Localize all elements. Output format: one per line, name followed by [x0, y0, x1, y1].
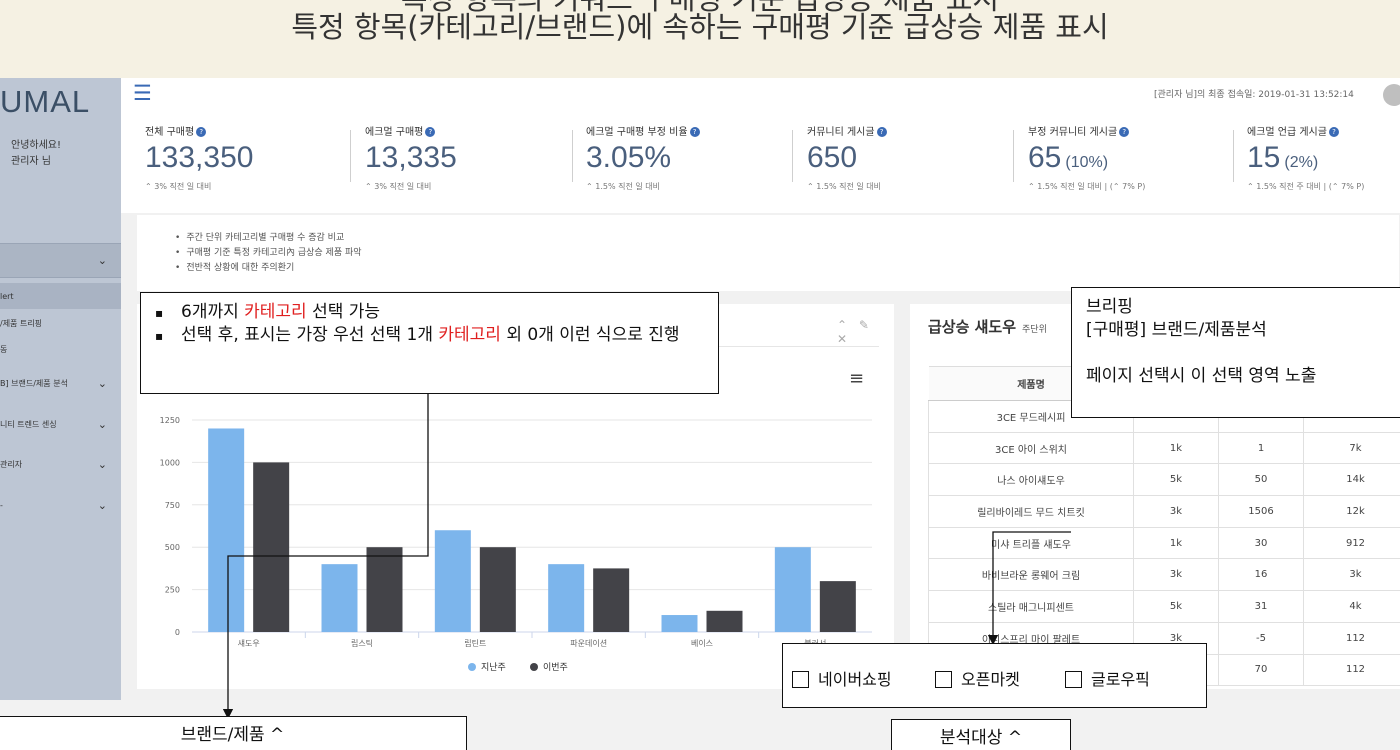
- arrow-to-source-box: [987, 531, 1071, 646]
- briefing-callout: 브리핑 [구매평] 브랜드/제품분석 페이지 선택시 이 선택 영역 노출: [1071, 287, 1400, 418]
- checkbox[interactable]: [792, 671, 809, 688]
- checkbox-label: 네이버쇼핑: [818, 670, 892, 689]
- analysis-target-tab[interactable]: 분석대상 ^: [891, 719, 1071, 750]
- checkbox-label: 글로우픽: [1091, 670, 1150, 689]
- source-option-glowpick[interactable]: 글로우픽: [1065, 666, 1150, 690]
- source-select-box: 네이버쇼핑 오픈마켓 글로우픽: [782, 643, 1207, 708]
- callout-line: 6개까지 카테고리 선택 가능: [155, 301, 710, 324]
- source-option-openmarket[interactable]: 오픈마켓: [935, 666, 1020, 690]
- checkbox[interactable]: [1065, 671, 1082, 688]
- highlight-category: 카테고리: [438, 325, 501, 345]
- callout-line: 선택 후, 표시는 가장 우선 선택 1개 카테고리 외 0개 이런 식으로 진…: [155, 324, 710, 347]
- checkbox-label: 오픈마켓: [961, 670, 1020, 689]
- callout-title: 브리핑: [1086, 297, 1133, 317]
- highlight-category: 카테고리: [244, 302, 307, 322]
- callout-path: [구매평] 브랜드/제품분석: [1086, 320, 1267, 340]
- source-option-naver[interactable]: 네이버쇼핑: [792, 666, 892, 690]
- callout-note: 페이지 선택시 이 선택 영역 노출: [1086, 366, 1317, 386]
- brand-product-tab[interactable]: 브랜드/제품 ^: [0, 716, 467, 750]
- category-callout: 6개까지 카테고리 선택 가능 선택 후, 표시는 가장 우선 선택 1개 카테…: [140, 292, 719, 394]
- checkbox[interactable]: [935, 671, 952, 688]
- arrow-to-brand-tab: [222, 393, 429, 720]
